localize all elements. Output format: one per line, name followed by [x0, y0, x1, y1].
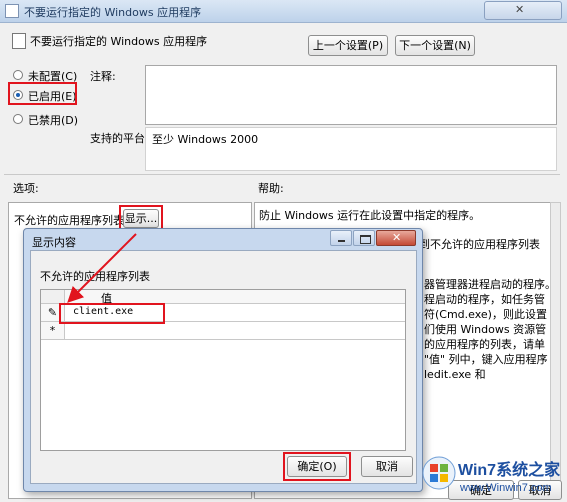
dialog-close-button[interactable]: ✕	[376, 230, 416, 246]
help-line: 们使用 Windows 资源管	[424, 323, 547, 336]
section-divider	[4, 174, 560, 175]
help-line: 器管理器进程启动的程序。	[424, 278, 556, 291]
table-row[interactable]	[65, 322, 405, 340]
ok-highlight-box	[283, 452, 351, 481]
help-heading: 帮助:	[258, 182, 284, 195]
policy-icon	[12, 33, 26, 49]
title-bar: 不要运行指定的 Windows 应用程序 ✕	[0, 0, 567, 23]
values-grid: 值 ✎ client.exe *	[40, 289, 406, 451]
help-line: 的应用程序的列表，请单	[424, 338, 545, 351]
platform-value: 至少 Windows 2000	[152, 133, 259, 146]
help-line: 符(Cmd.exe)，则此设置	[424, 308, 547, 321]
enabled-highlight-box	[8, 82, 77, 105]
help-line: ledit.exe 和	[424, 368, 486, 381]
next-setting-button[interactable]: 下一个设置(N)	[395, 35, 475, 56]
disabled-label[interactable]: 已禁用(D)	[28, 112, 78, 128]
watermark-brand: Win7系统之家	[458, 462, 561, 479]
comment-label: 注释:	[90, 70, 116, 83]
watermark: Win7系统之家 www.Winwin7.com	[420, 452, 566, 500]
dialog-cancel-button[interactable]: 取消	[361, 456, 413, 477]
close-icon: ✕	[515, 3, 525, 16]
dialog-title: 显示内容	[32, 236, 76, 249]
minimize-icon	[338, 240, 345, 242]
cell-highlight-box	[59, 303, 165, 324]
platform-label: 支持的平台:	[90, 132, 149, 145]
disallowed-list-label: 不允许的应用程序列表	[14, 214, 124, 227]
minimize-button[interactable]	[330, 230, 352, 246]
disabled-radio[interactable]	[13, 114, 23, 124]
platform-field: 至少 Windows 2000	[145, 127, 557, 171]
policy-heading: 不要运行指定的 Windows 应用程序	[30, 35, 208, 48]
new-row-marker-icon[interactable]: *	[41, 322, 65, 340]
help-line: 程启动的程序，如任务管	[424, 293, 545, 306]
close-icon: ✕	[392, 231, 402, 244]
help-line: 到不允许的应用程序列表	[419, 238, 540, 251]
dialog-list-label: 不允许的应用程序列表	[40, 270, 150, 283]
grid-corner	[41, 290, 65, 304]
help-line: "值" 列中，键入应用程序	[424, 353, 548, 366]
help-line: 防止 Windows 运行在此设置中指定的程序。	[259, 209, 481, 222]
windows-logo-icon	[422, 456, 456, 490]
column-header[interactable]: 值	[65, 290, 405, 305]
watermark-url: www.Winwin7.com	[460, 482, 552, 494]
not-configured-radio[interactable]	[13, 70, 23, 80]
show-contents-dialog: 显示内容 ✕ 不允许的应用程序列表 值 ✎ client.exe * 确定(O)…	[23, 228, 423, 492]
dialog-body: 不允许的应用程序列表 值 ✎ client.exe * 确定(O) 取消	[30, 250, 417, 484]
window-icon	[5, 4, 19, 18]
previous-setting-button[interactable]: 上一个设置(P)	[308, 35, 388, 56]
options-heading: 选项:	[13, 182, 39, 195]
comment-field[interactable]	[145, 65, 557, 125]
maximize-button[interactable]	[353, 230, 375, 246]
close-button[interactable]: ✕	[484, 1, 562, 20]
window-title: 不要运行指定的 Windows 应用程序	[24, 6, 202, 19]
maximize-icon	[360, 235, 371, 244]
